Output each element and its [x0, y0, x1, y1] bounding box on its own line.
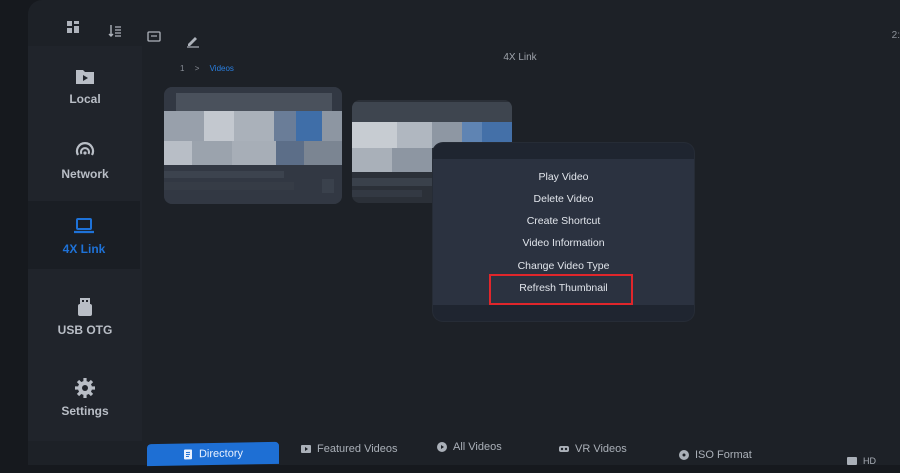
breadcrumb-root[interactable]: 1	[180, 64, 184, 73]
menu-item-delete-video[interactable]: Delete Video	[433, 188, 694, 210]
gear-icon	[75, 377, 95, 398]
video-icon	[301, 444, 311, 453]
sidebar-item-local[interactable]: Local	[28, 51, 142, 119]
play-circle-icon	[437, 441, 447, 452]
breadcrumb-separator: >	[194, 64, 200, 73]
clock: 2:	[891, 30, 900, 41]
sidebar-item-label: Network	[61, 166, 109, 181]
menu-item-play-video[interactable]: Play Video	[433, 166, 694, 188]
tab-featured-videos[interactable]: Featured Videos	[301, 436, 398, 461]
breadcrumb-current: Videos	[209, 64, 234, 73]
context-menu-footer	[433, 305, 694, 321]
sidebar-item-settings[interactable]: Settings	[28, 363, 142, 431]
sidebar-item-label: Local	[69, 91, 101, 106]
tab-directory[interactable]: Directory	[147, 441, 279, 467]
sidebar-item-4x-link[interactable]: 4X Link	[28, 201, 140, 269]
tab-label: ISO Format	[695, 448, 752, 461]
sidebar-item-label: 4X Link	[62, 241, 106, 256]
grid-view-icon[interactable]	[66, 20, 80, 34]
tab-label: All Videos	[453, 440, 502, 453]
play-folder-icon	[76, 69, 94, 84]
tab-label: Directory	[198, 447, 243, 461]
tab-all-videos[interactable]: All Videos	[437, 434, 502, 459]
highlight-box	[489, 274, 633, 305]
tab-hd[interactable]: HD	[847, 448, 876, 473]
network-icon	[75, 141, 95, 156]
sort-list-icon[interactable]	[108, 24, 122, 38]
breadcrumb: 1 > Videos	[180, 64, 234, 73]
usb-drive-icon	[78, 297, 92, 316]
sidebar-item-network[interactable]: Network	[28, 126, 142, 194]
disc-icon	[679, 449, 689, 460]
menu-item-video-information[interactable]: Video Information	[433, 232, 694, 254]
vr-icon	[559, 445, 569, 452]
bottom-tab-bar: Directory Featured Videos All Videos VR …	[147, 440, 900, 467]
edit-icon[interactable]	[186, 34, 200, 48]
hd-icon	[847, 456, 857, 465]
context-menu-header	[433, 143, 694, 159]
menu-item-create-shortcut[interactable]: Create Shortcut	[433, 210, 694, 232]
tab-label: Featured Videos	[317, 442, 398, 455]
screen-icon[interactable]	[147, 30, 161, 44]
laptop-icon	[74, 217, 94, 233]
video-thumbnail-card[interactable]	[164, 87, 342, 204]
sidebar-item-label: USB OTG	[57, 322, 113, 337]
tab-label: HD	[863, 455, 876, 466]
sidebar: Local Network 4X Link USB OTG Settings	[28, 46, 142, 441]
tab-iso-format[interactable]: ISO Format	[679, 442, 752, 467]
sidebar-item-label: Settings	[61, 403, 109, 418]
tab-label: VR Videos	[575, 442, 627, 455]
tab-vr-videos[interactable]: VR Videos	[559, 436, 627, 461]
sidebar-item-usb-otg[interactable]: USB OTG	[28, 282, 142, 350]
document-icon	[183, 449, 192, 460]
